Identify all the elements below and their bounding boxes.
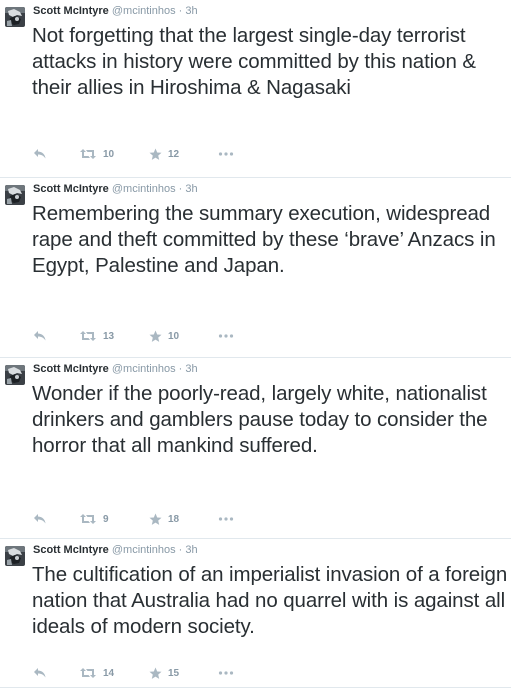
favorite-button[interactable]: 12 <box>149 146 179 162</box>
tweet[interactable]: Scott McIntyre @mcintinhos · 3h The cult… <box>0 539 511 688</box>
avatar[interactable] <box>5 7 25 27</box>
timestamp[interactable]: 3h <box>185 5 197 17</box>
favorite-count: 12 <box>168 148 180 160</box>
retweet-count: 13 <box>103 330 115 342</box>
more-button[interactable] <box>218 665 234 681</box>
avatar-image-icon <box>5 185 25 205</box>
star-icon <box>149 513 162 525</box>
tweet-text: Remembering the summary execution, wides… <box>32 202 496 277</box>
retweet-icon <box>80 149 96 159</box>
reply-button[interactable] <box>33 665 47 681</box>
reply-button[interactable] <box>33 511 47 527</box>
tweet-text: The cultification of an imperialist inva… <box>32 563 508 638</box>
author-name[interactable]: Scott McIntyre <box>33 544 109 556</box>
reply-icon <box>34 514 46 524</box>
author-name[interactable]: Scott McIntyre <box>33 183 109 195</box>
favorite-count: 15 <box>168 667 180 679</box>
retweet-icon <box>80 668 96 678</box>
tweet-feed: Scott McIntyre @mcintinhos · 3h Not forg… <box>0 0 511 688</box>
avatar-image-icon <box>5 546 25 566</box>
avatar-image-icon <box>5 365 25 385</box>
author-handle[interactable]: @mcintinhos <box>112 544 176 556</box>
tweet[interactable]: Scott McIntyre @mcintinhos · 3h Wonder i… <box>0 358 511 539</box>
separator: · <box>178 544 183 556</box>
avatar[interactable] <box>5 185 25 205</box>
separator: · <box>178 5 183 17</box>
star-icon <box>149 148 162 160</box>
avatar-image-icon <box>5 7 25 27</box>
retweet-button[interactable]: 10 <box>79 146 114 162</box>
author-handle[interactable]: @mcintinhos <box>112 183 176 195</box>
favorite-button[interactable]: 18 <box>149 511 179 527</box>
separator: · <box>178 363 183 375</box>
favorite-button[interactable]: 15 <box>149 665 179 681</box>
author-handle[interactable]: @mcintinhos <box>112 5 176 17</box>
timestamp[interactable]: 3h <box>185 363 197 375</box>
retweet-icon <box>80 514 96 524</box>
more-dots-icon <box>218 671 234 675</box>
retweet-icon <box>80 331 96 341</box>
avatar[interactable] <box>5 365 25 385</box>
more-dots-icon <box>218 152 234 156</box>
tweet-text: Wonder if the poorly-read, largely white… <box>32 382 488 457</box>
tweet-actions: 9 18 <box>0 511 300 527</box>
reply-icon <box>34 668 46 678</box>
author-name[interactable]: Scott McIntyre <box>33 5 109 17</box>
more-button[interactable] <box>218 328 234 344</box>
retweet-button[interactable]: 9 <box>79 511 109 527</box>
favorite-button[interactable]: 10 <box>149 328 179 344</box>
more-dots-icon <box>218 334 234 338</box>
star-icon <box>149 667 162 679</box>
more-button[interactable] <box>218 511 234 527</box>
retweet-button[interactable]: 14 <box>79 665 114 681</box>
reply-icon <box>34 149 46 159</box>
more-dots-icon <box>218 517 234 521</box>
reply-icon <box>34 331 46 341</box>
retweet-count: 9 <box>103 513 109 525</box>
separator: · <box>178 183 183 195</box>
author-handle[interactable]: @mcintinhos <box>112 363 176 375</box>
tweet-header: Scott McIntyre @mcintinhos · 3h <box>33 362 198 376</box>
timestamp[interactable]: 3h <box>185 183 197 195</box>
tweet-actions: 14 15 <box>0 665 300 681</box>
avatar[interactable] <box>5 546 25 566</box>
more-button[interactable] <box>218 146 234 162</box>
retweet-button[interactable]: 13 <box>79 328 114 344</box>
reply-button[interactable] <box>33 328 47 344</box>
author-name[interactable]: Scott McIntyre <box>33 363 109 375</box>
favorite-count: 18 <box>168 513 180 525</box>
retweet-count: 10 <box>103 148 115 160</box>
tweet-actions: 10 12 <box>0 146 300 162</box>
tweet-header: Scott McIntyre @mcintinhos · 3h <box>33 182 198 196</box>
retweet-count: 14 <box>103 667 115 679</box>
star-icon <box>149 330 162 342</box>
tweet[interactable]: Scott McIntyre @mcintinhos · 3h Not forg… <box>0 0 511 178</box>
tweet-header: Scott McIntyre @mcintinhos · 3h <box>33 543 198 557</box>
reply-button[interactable] <box>33 146 47 162</box>
tweet[interactable]: Scott McIntyre @mcintinhos · 3h Remember… <box>0 178 511 358</box>
favorite-count: 10 <box>168 330 180 342</box>
tweet-text: Not forgetting that the largest single-d… <box>32 24 476 99</box>
tweet-header: Scott McIntyre @mcintinhos · 3h <box>33 4 198 18</box>
timestamp[interactable]: 3h <box>185 544 197 556</box>
tweet-actions: 13 10 <box>0 328 300 344</box>
